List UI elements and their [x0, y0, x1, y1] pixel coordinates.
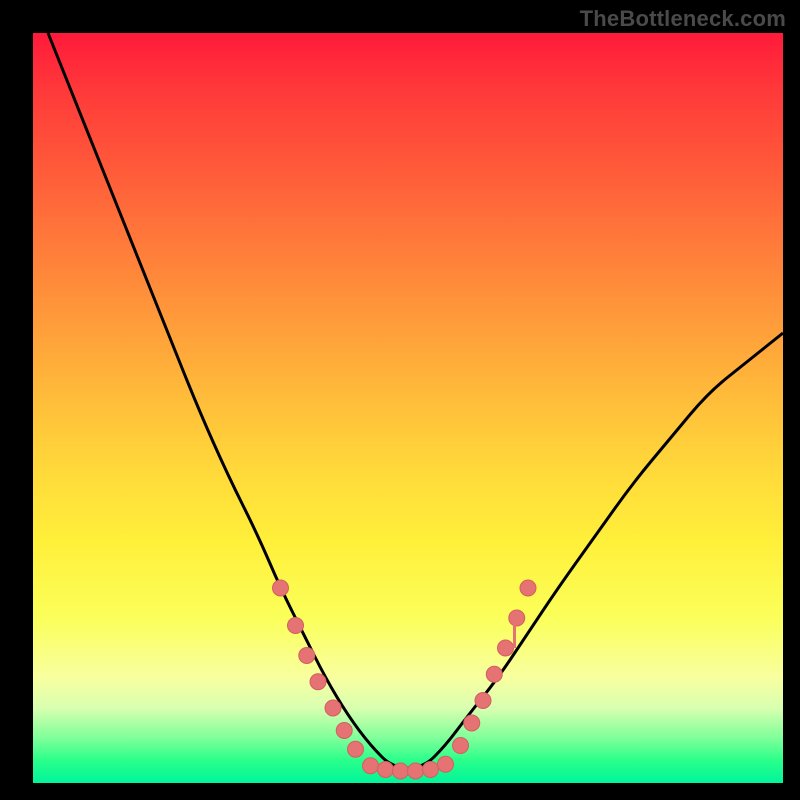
curve-marker [273, 580, 289, 596]
curve-marker [475, 693, 491, 709]
curve-marker [464, 715, 480, 731]
watermark-text: TheBottleneck.com [580, 6, 786, 32]
curve-marker [378, 762, 394, 778]
curve-marker [438, 756, 454, 772]
curve-marker [363, 758, 379, 774]
curve-marker [509, 610, 525, 626]
curve-marker [288, 618, 304, 634]
curve-marker [310, 674, 326, 690]
curve-marker [498, 640, 514, 656]
curve-marker [325, 700, 341, 716]
curve-marker [453, 738, 469, 754]
curve-marker [299, 648, 315, 664]
chart-frame: TheBottleneck.com [0, 0, 800, 800]
curve-marker [408, 763, 424, 779]
curve-marker [520, 580, 536, 596]
chart-svg [33, 33, 783, 783]
curve-marker [336, 723, 352, 739]
curve-markers [273, 580, 537, 779]
curve-marker [486, 666, 502, 682]
bottleneck-curve [48, 33, 783, 768]
curve-marker [348, 741, 364, 757]
chart-plot-area [33, 33, 783, 783]
curve-marker [423, 762, 439, 778]
curve-marker [393, 763, 409, 779]
